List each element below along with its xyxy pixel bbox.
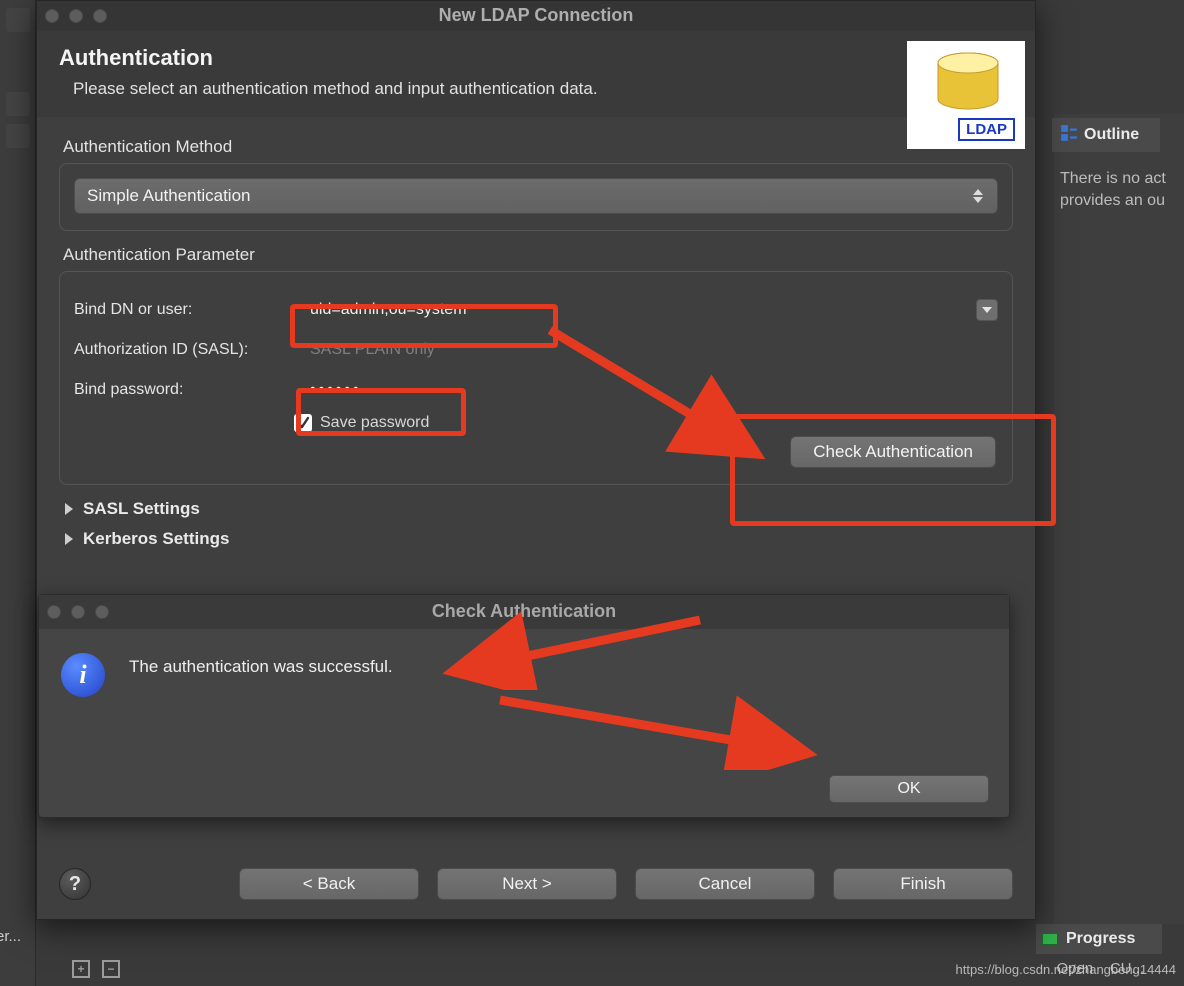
sasl-input: SASL PLAIN only — [302, 334, 998, 366]
progress-icon — [1042, 933, 1058, 945]
database-icon — [933, 49, 1003, 119]
bind-dn-input[interactable]: uid=admin,ou=system — [302, 294, 966, 326]
wizard-title: New LDAP Connection — [37, 5, 1035, 26]
truncated-view-label: er... — [0, 928, 21, 945]
password-label: Bind password: — [74, 381, 292, 399]
next-button[interactable]: Next > — [437, 868, 617, 900]
kerberos-settings-expander[interactable]: Kerberos Settings — [65, 529, 1007, 549]
auth-method-section-label: Authentication Method — [63, 137, 1009, 157]
chevron-right-icon — [65, 533, 73, 545]
page-subtitle: Please select an authentication method a… — [59, 79, 1013, 99]
chevron-right-icon — [65, 503, 73, 515]
save-password-checkbox[interactable] — [294, 414, 312, 432]
info-dialog-titlebar[interactable]: Check Authentication — [39, 595, 1009, 629]
outline-empty-message: There is no act provides an ou — [1056, 168, 1184, 213]
password-row: Bind password: •••••• — [74, 374, 998, 406]
ide-right-panel — [1054, 114, 1184, 924]
expand-panel-icon[interactable]: + — [72, 960, 90, 978]
check-authentication-button[interactable]: Check Authentication — [790, 436, 996, 468]
collapse-panel-icon[interactable]: − — [102, 960, 120, 978]
tab-outline[interactable]: Outline — [1052, 118, 1160, 152]
sasl-settings-label: SASL Settings — [83, 499, 200, 519]
ide-left-gutter — [0, 0, 36, 986]
wizard-titlebar[interactable]: New LDAP Connection — [37, 1, 1035, 31]
sasl-label: Authorization ID (SASL): — [74, 341, 292, 359]
outline-empty-line: There is no act — [1060, 168, 1184, 190]
outline-empty-line: provides an ou — [1060, 190, 1184, 212]
save-password-label: Save password — [320, 414, 429, 432]
bind-dn-label: Bind DN or user: — [74, 301, 292, 319]
wizard-header: Authentication Please select an authenti… — [37, 31, 1035, 117]
ok-button[interactable]: OK — [829, 775, 989, 803]
info-icon: i — [61, 653, 105, 697]
gutter-tool-icon — [6, 8, 30, 32]
watermark-url: https://blog.csdn.net/zhangbeng14444 — [956, 962, 1176, 977]
save-password-row: Save password — [294, 414, 998, 432]
outline-icon — [1060, 124, 1078, 147]
chevron-updown-icon — [969, 187, 987, 205]
gutter-tool-icon — [6, 92, 30, 116]
bind-dn-row: Bind DN or user: uid=admin,ou=system — [74, 294, 998, 326]
auth-param-section-label: Authentication Parameter — [63, 245, 1009, 265]
auth-method-group: Simple Authentication — [59, 163, 1013, 231]
finish-button[interactable]: Finish — [833, 868, 1013, 900]
bind-dn-history-button[interactable] — [976, 299, 998, 321]
info-dialog-body: i The authentication was successful. — [39, 629, 1009, 707]
help-button[interactable]: ? — [59, 868, 91, 900]
wizard-button-bar: ? < Back Next > Cancel Finish — [37, 849, 1035, 919]
info-dialog-message: The authentication was successful. — [129, 653, 393, 697]
back-button[interactable]: < Back — [239, 868, 419, 900]
sasl-row: Authorization ID (SASL): SASL PLAIN only — [74, 334, 998, 366]
tab-outline-label: Outline — [1084, 126, 1139, 144]
cancel-button[interactable]: Cancel — [635, 868, 815, 900]
auth-method-selected: Simple Authentication — [87, 186, 251, 206]
sasl-settings-expander[interactable]: SASL Settings — [65, 499, 1007, 519]
auth-param-group: Bind DN or user: uid=admin,ou=system Aut… — [59, 271, 1013, 485]
kerberos-settings-label: Kerberos Settings — [83, 529, 229, 549]
tab-progress-label: Progress — [1066, 930, 1135, 948]
auth-method-select[interactable]: Simple Authentication — [74, 178, 998, 214]
status-bar-icons: + − — [72, 960, 120, 978]
gutter-tool-icon — [6, 124, 30, 148]
info-dialog-title: Check Authentication — [39, 601, 1009, 622]
page-heading: Authentication — [59, 45, 1013, 71]
tab-progress[interactable]: Progress — [1036, 924, 1162, 954]
password-input[interactable]: •••••• — [302, 374, 998, 406]
check-auth-result-dialog: Check Authentication i The authenticatio… — [38, 594, 1010, 818]
